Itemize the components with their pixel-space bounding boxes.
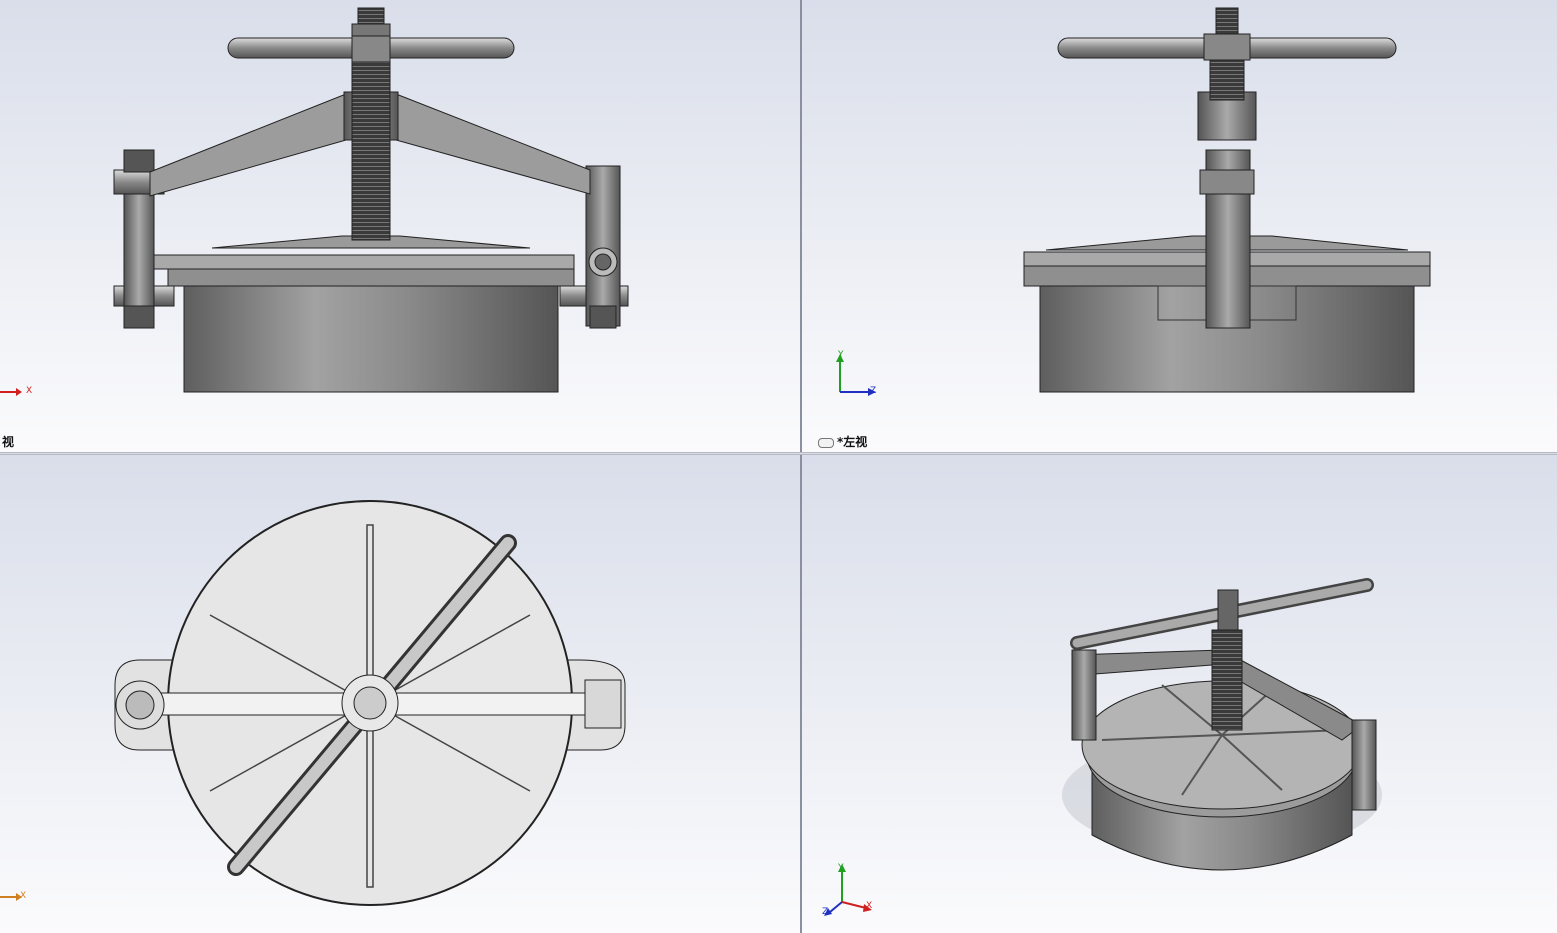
link-icon: [818, 437, 834, 448]
axis-z-label-iso: Z: [822, 907, 829, 917]
axis-y-label: Y: [838, 350, 844, 360]
front-view-drawing: [113, 7, 629, 393]
axis-x-label-top: X: [20, 891, 27, 901]
view-label-left: *左视: [818, 433, 867, 450]
viewport-left[interactable]: Y Z *左视: [802, 0, 1557, 452]
viewport-splitter-horizontal[interactable]: [0, 452, 1557, 455]
axis-x-label-iso: X: [866, 901, 873, 911]
top-view-drawing: [114, 500, 626, 906]
viewport-isometric[interactable]: Y X Z: [802, 455, 1557, 933]
axis-z-label: Z: [870, 386, 877, 396]
viewport-top[interactable]: X: [0, 455, 800, 933]
isometric-view-drawing: [1062, 578, 1382, 871]
axis-x-label: X: [26, 386, 33, 396]
view-label-front: 视: [2, 435, 15, 449]
viewport-front[interactable]: X 视: [0, 0, 800, 452]
left-view-drawing: [1023, 7, 1431, 393]
axis-y-label-iso: Y: [838, 863, 844, 873]
triad-x-axis: [0, 388, 22, 396]
triad-iso: [824, 864, 872, 916]
viewport-splitter-vertical[interactable]: [800, 0, 802, 933]
